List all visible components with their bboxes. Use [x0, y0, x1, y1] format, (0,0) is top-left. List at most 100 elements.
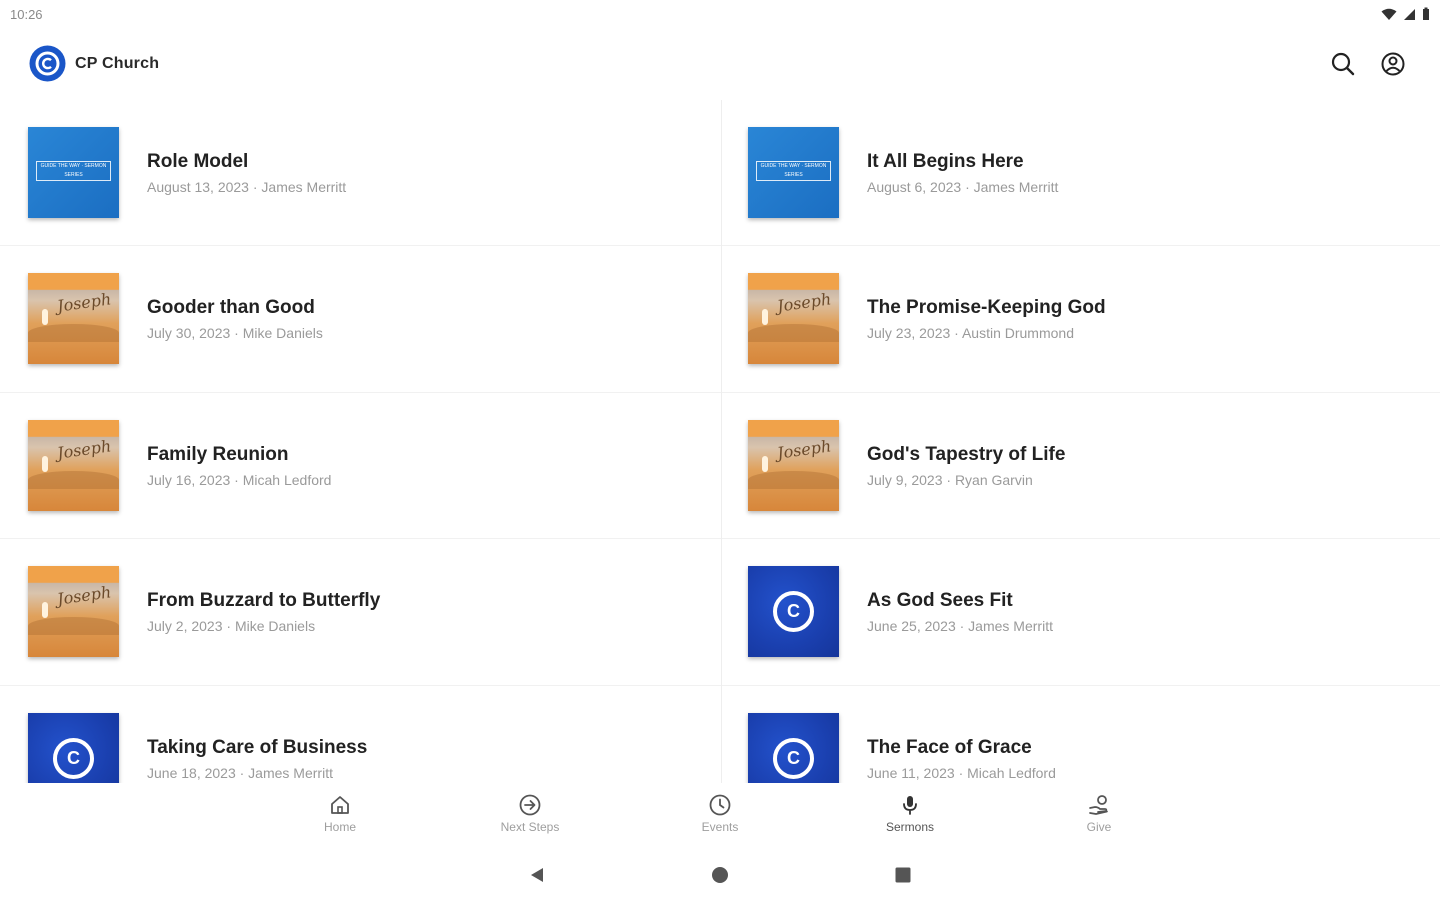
- column-divider: [721, 100, 722, 783]
- figure-graphic: [42, 455, 48, 472]
- status-bar: 10:26: [0, 0, 1440, 30]
- sermon-thumbnail: C: [28, 712, 119, 783]
- nav-next-steps-label: Next Steps: [500, 820, 560, 834]
- system-back-button[interactable]: [525, 863, 549, 887]
- status-icons: [1381, 7, 1430, 21]
- sermon-date-speaker: August 6, 2023 · James Merritt: [867, 179, 1059, 195]
- dune-graphic: [28, 617, 119, 636]
- microphone-icon: [903, 796, 917, 815]
- church-badge-icon: C: [53, 737, 94, 779]
- figure-graphic: [42, 602, 48, 619]
- sermon-thumbnail: Joseph: [748, 273, 839, 365]
- sermon-date-speaker: July 23, 2023 · Austin Drummond: [867, 325, 1074, 342]
- series-script-title: Joseph: [55, 289, 113, 317]
- dune-graphic: [28, 324, 119, 343]
- sermon-title: Gooder than Good: [147, 297, 315, 319]
- system-recents-button[interactable]: [891, 863, 915, 887]
- church-badge-icon: C: [773, 737, 814, 779]
- sermon-list-item[interactable]: Joseph From Buzzard to Butterfly July 2, 2…: [0, 539, 720, 686]
- series-script-title: Joseph: [55, 582, 113, 609]
- series-script-title: Joseph: [775, 436, 833, 463]
- signal-icon: [1404, 8, 1415, 20]
- status-time: 10:26: [10, 7, 43, 22]
- dune-graphic: [28, 470, 119, 489]
- sermon-list-item[interactable]: C Taking Care of Business June 18, 2023 · …: [0, 686, 720, 783]
- home-icon: [331, 796, 349, 814]
- sermon-date-speaker: June 11, 2023 · Micah Ledford: [867, 764, 1056, 781]
- recents-square-icon: [895, 867, 911, 883]
- sermon-title: Family Reunion: [147, 443, 289, 465]
- account-circle-icon: [1381, 52, 1405, 76]
- sermon-date-speaker: July 16, 2023 · Micah Ledford: [147, 471, 332, 488]
- system-nav-bar: [0, 855, 1440, 895]
- wifi-icon: [1381, 8, 1397, 20]
- sermon-list-item[interactable]: Joseph God's Tapestry of Life July 9, 2023…: [720, 393, 1440, 540]
- sermon-list-item[interactable]: GUIDE THE WAY · SERMON SERIES It All Begi…: [720, 100, 1440, 247]
- series-script-title: Joseph: [55, 436, 113, 463]
- sermon-list-item[interactable]: C The Face of Grace June 11, 2023 · Micah …: [720, 686, 1440, 783]
- sermon-thumbnail: Joseph: [28, 419, 119, 511]
- dune-graphic: [748, 324, 839, 343]
- nav-sermons[interactable]: Sermons: [860, 793, 960, 834]
- sermon-thumbnail: C: [748, 712, 839, 783]
- sermon-date-speaker: June 25, 2023 · James Merritt: [867, 618, 1053, 635]
- sermon-date-speaker: July 9, 2023 · Ryan Garvin: [867, 471, 1033, 488]
- series-banner: GUIDE THE WAY · SERMON SERIES: [756, 161, 831, 181]
- bottom-nav: Home Next Steps Events Sermons Give: [0, 785, 1440, 845]
- sermon-title: Taking Care of Business: [147, 736, 368, 758]
- badge-letter: C: [787, 747, 800, 768]
- sermon-thumbnail: Joseph: [28, 566, 119, 658]
- figure-graphic: [42, 309, 48, 326]
- sermon-list-item[interactable]: Joseph Gooder than Good July 30, 2023 · Mi…: [0, 246, 720, 393]
- sermon-list-item[interactable]: GUIDE THE WAY · SERMON SERIES Role Model A…: [0, 100, 720, 247]
- sermon-list-item[interactable]: Joseph Family Reunion July 16, 2023 · Mica…: [0, 393, 720, 540]
- nav-home[interactable]: Home: [290, 793, 390, 834]
- nav-give-label: Give: [1086, 820, 1112, 834]
- dune-graphic: [748, 470, 839, 489]
- nav-sermons-label: Sermons: [885, 820, 935, 834]
- church-badge-icon: C: [773, 591, 814, 633]
- figure-graphic: [762, 455, 768, 472]
- series-script-title: Joseph: [775, 289, 833, 317]
- give-hand-icon: [1089, 795, 1108, 815]
- nav-events[interactable]: Events: [670, 793, 770, 834]
- sermon-title: It All Begins Here: [867, 151, 1024, 172]
- sermon-title: The Promise-Keeping God: [867, 297, 1106, 319]
- app-bar: CP Church: [0, 38, 1440, 90]
- sermon-date-speaker: June 18, 2023 · James Merritt: [147, 764, 333, 781]
- figure-graphic: [762, 309, 768, 326]
- sermon-title: Role Model: [147, 151, 249, 172]
- nav-next-steps[interactable]: Next Steps: [480, 793, 580, 834]
- sermon-title: God's Tapestry of Life: [867, 443, 1066, 465]
- sermon-title: As God Sees Fit: [867, 590, 1013, 612]
- sermon-grid: GUIDE THE WAY · SERMON SERIES Role Model A…: [0, 100, 1440, 783]
- nav-events-label: Events: [701, 820, 739, 834]
- system-home-button[interactable]: [708, 863, 732, 887]
- home-circle-icon: [712, 867, 728, 883]
- sermon-thumbnail: GUIDE THE WAY · SERMON SERIES: [748, 127, 839, 218]
- nav-home-label: Home: [323, 820, 356, 834]
- account-button[interactable]: [1379, 50, 1407, 78]
- search-button[interactable]: [1329, 50, 1357, 78]
- badge-letter: C: [67, 747, 80, 768]
- sermon-list[interactable]: GUIDE THE WAY · SERMON SERIES Role Model A…: [0, 100, 1440, 783]
- search-icon: [1331, 52, 1355, 76]
- sermon-list-item[interactable]: Joseph The Promise-Keeping God July 23, 20…: [720, 246, 1440, 393]
- sermon-date-speaker: August 13, 2023 · James Merritt: [147, 179, 347, 195]
- back-triangle-icon: [531, 868, 543, 882]
- clock-icon: [709, 794, 731, 816]
- sermon-list-item[interactable]: C As God Sees Fit June 25, 2023 · James Me…: [720, 539, 1440, 686]
- app-title: CP Church: [75, 55, 160, 72]
- nav-give[interactable]: Give: [1049, 793, 1149, 834]
- arrow-circle-icon: [519, 794, 541, 816]
- sermon-thumbnail: GUIDE THE WAY · SERMON SERIES: [28, 127, 119, 218]
- sermon-thumbnail: Joseph: [748, 419, 839, 511]
- sermon-thumbnail: Joseph: [28, 273, 119, 365]
- sermon-title: The Face of Grace: [867, 736, 1032, 758]
- church-logo-icon: [29, 45, 66, 82]
- sermon-thumbnail: C: [748, 566, 839, 658]
- sermon-date-speaker: July 30, 2023 · Mike Daniels: [147, 325, 323, 342]
- badge-letter: C: [787, 601, 800, 622]
- sermon-title: From Buzzard to Butterfly: [147, 590, 381, 612]
- series-banner: GUIDE THE WAY · SERMON SERIES: [36, 161, 111, 181]
